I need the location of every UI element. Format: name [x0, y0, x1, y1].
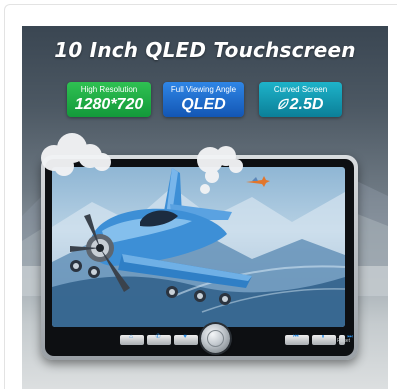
product-banner[interactable]: 10 Inch QLED Touchscreen High Resolution…: [22, 26, 388, 389]
airplane-illustration: [70, 168, 270, 305]
small-plane-icon: [246, 176, 270, 187]
